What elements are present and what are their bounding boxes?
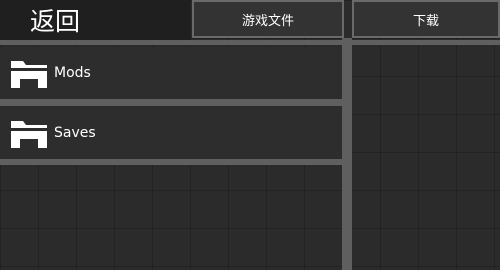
back-button-label: 返回: [30, 7, 81, 36]
folder-icon: [11, 121, 47, 148]
list-divider: [0, 99, 342, 106]
column-divider: [342, 38, 352, 270]
tab-downloads[interactable]: 下载: [352, 0, 500, 38]
tab-downloads-label: 下载: [412, 13, 439, 29]
tab-game-files[interactable]: 游戏文件: [192, 0, 344, 38]
tab-game-files-label: 游戏文件: [241, 13, 294, 29]
folder-item-mods[interactable]: Mods: [0, 47, 342, 99]
folder-label-saves: Saves: [54, 125, 96, 141]
back-button[interactable]: 返回: [0, 0, 190, 40]
header-divider: [0, 40, 500, 45]
folder-icon: [11, 61, 47, 88]
folder-item-saves[interactable]: Saves: [0, 107, 342, 159]
folder-label-mods: Mods: [54, 65, 91, 81]
list-divider: [0, 159, 342, 165]
